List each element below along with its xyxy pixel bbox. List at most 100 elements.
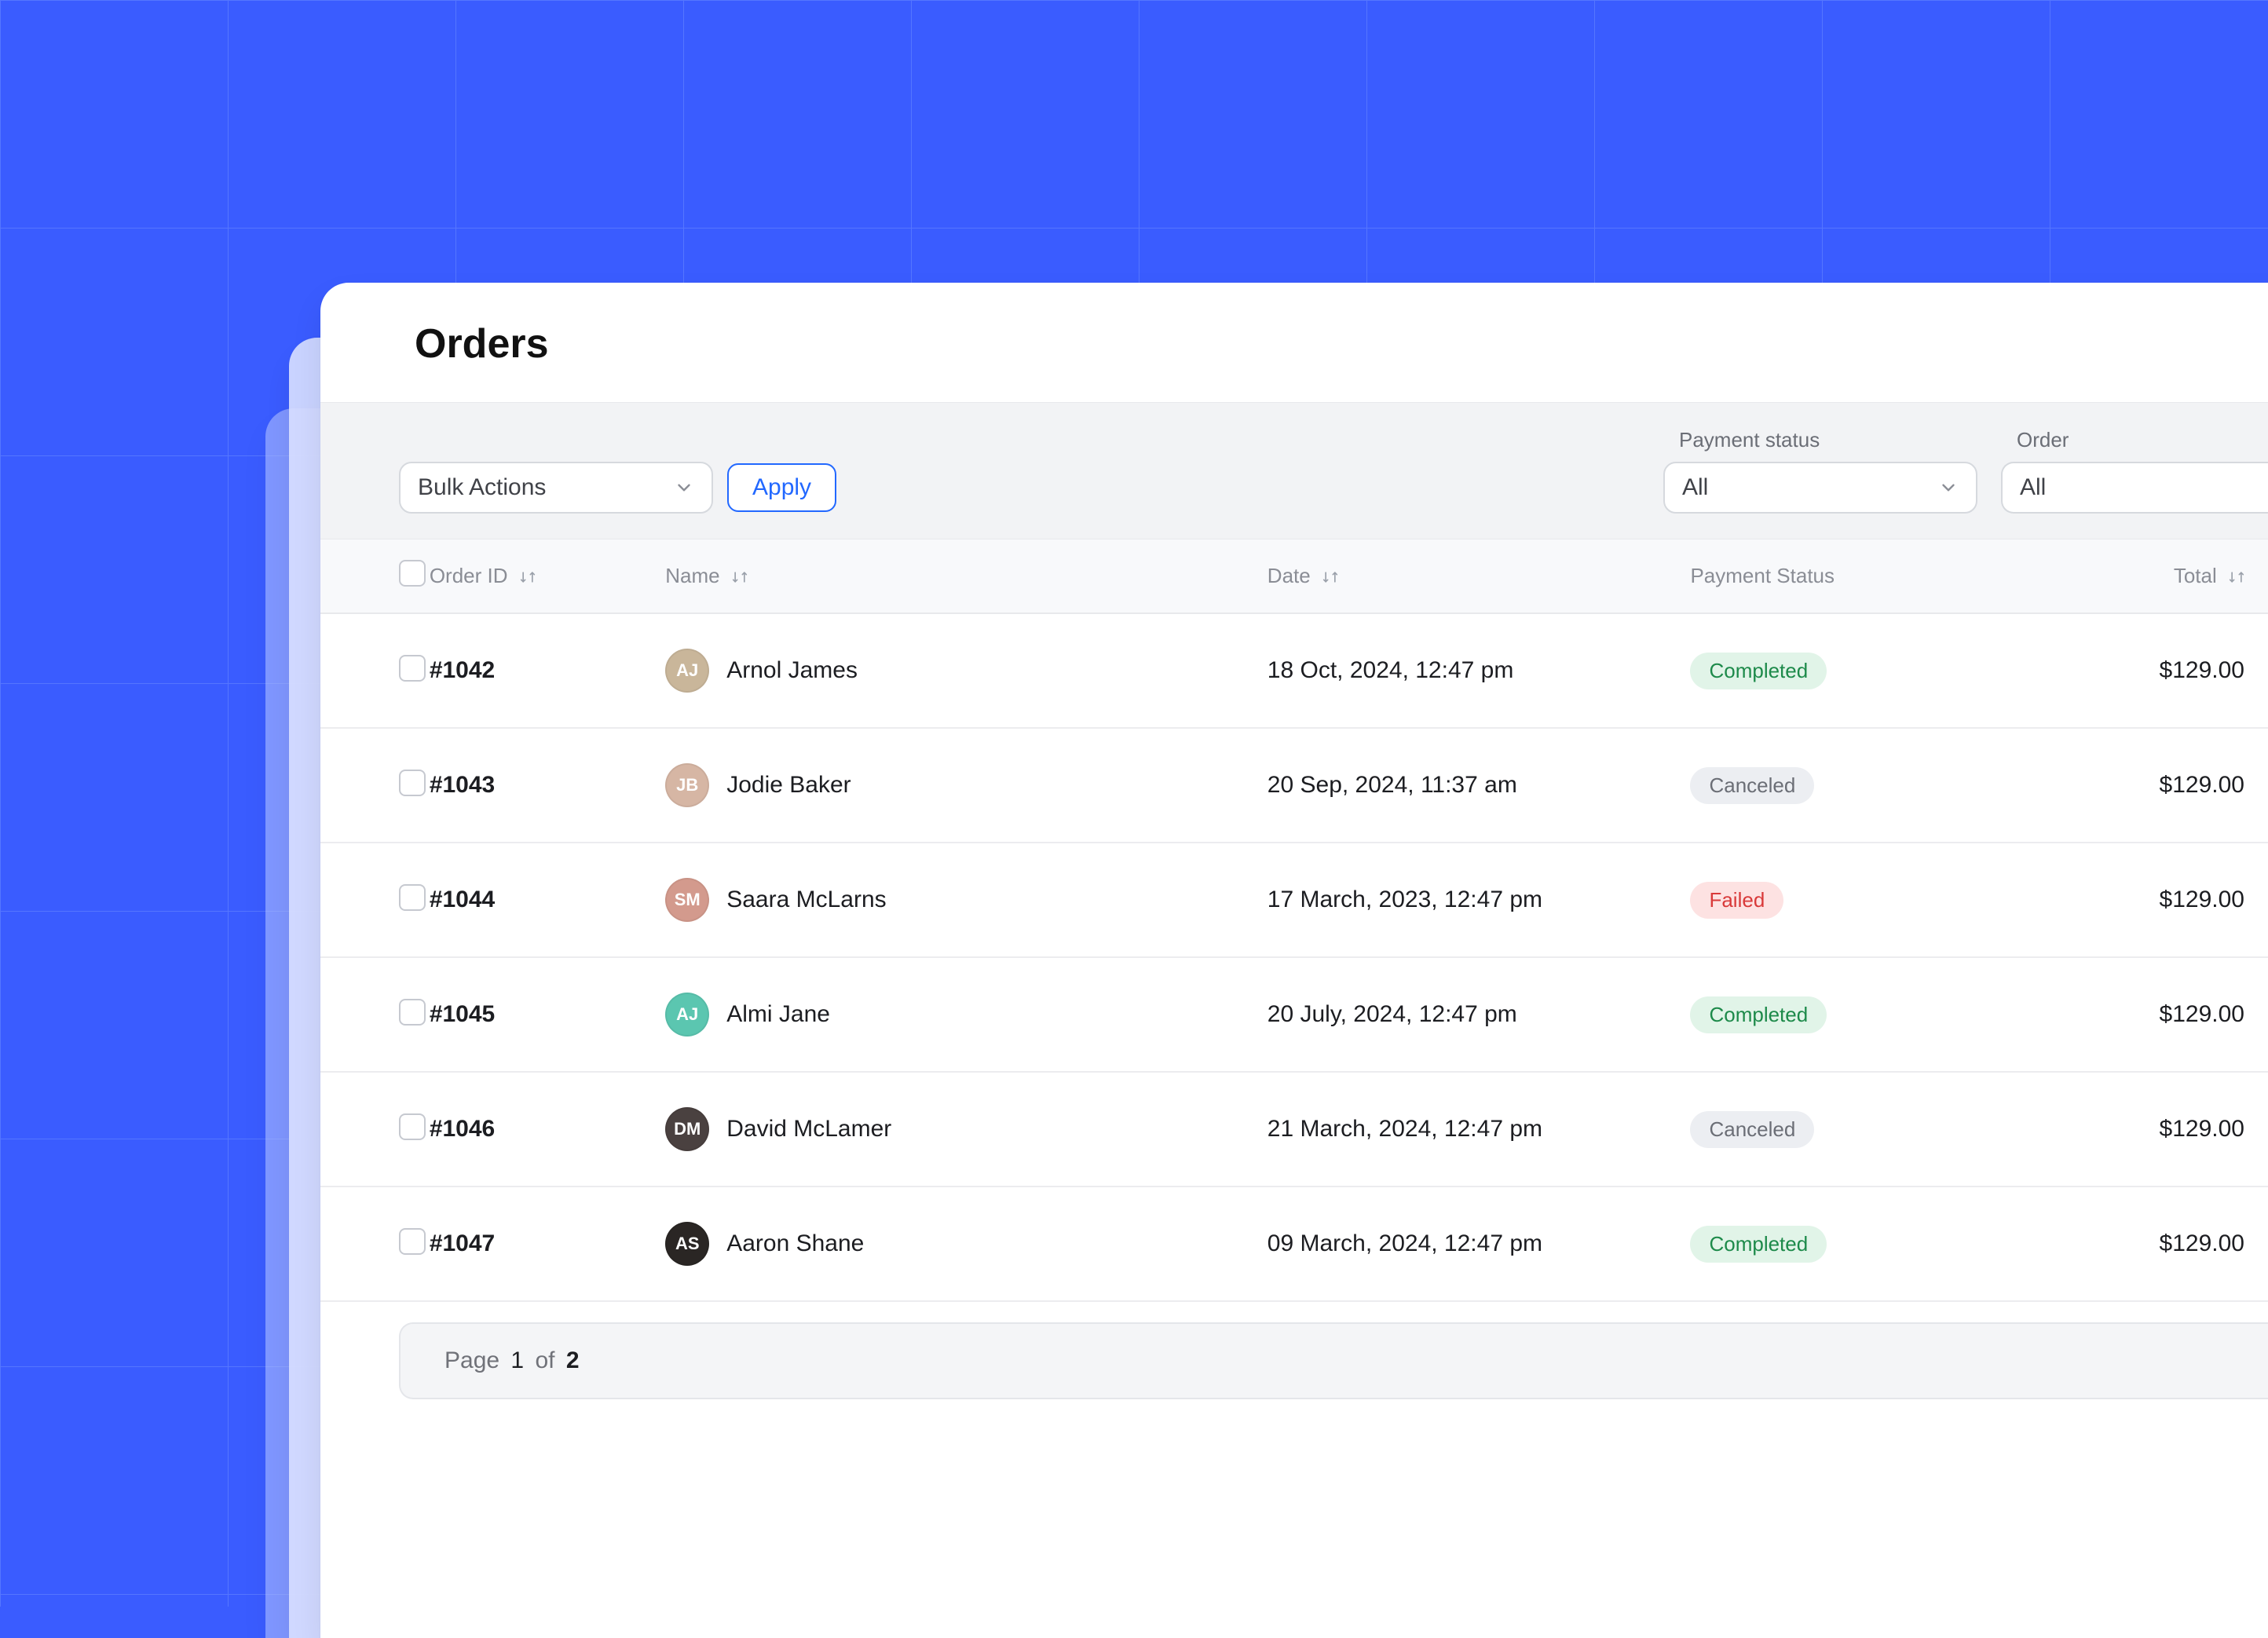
cell-payment-status: Canceled xyxy=(1690,1072,2056,1186)
orders-panel: Orders Bulk Actions Apply Payment status… xyxy=(320,283,2268,1607)
cell-checkbox xyxy=(320,957,430,1072)
pagination-total: 2 xyxy=(566,1347,580,1373)
toolbar-right: Payment status All Order All xyxy=(1663,428,2268,514)
column-header-payment-status-label: Payment Status xyxy=(1690,564,1835,587)
table-row[interactable]: #1045 AJAlmi Jane20 July, 2024, 12:47 pm C… xyxy=(320,957,2268,1072)
cell-total: $129.00 xyxy=(2057,1186,2268,1301)
cell-checkbox xyxy=(320,843,430,957)
status-badge: Canceled xyxy=(1690,1111,1814,1148)
order-total: $129.00 xyxy=(2160,657,2244,683)
cell-date: 18 Oct, 2024, 12:47 pm xyxy=(1268,613,1691,728)
apply-button[interactable]: Apply xyxy=(727,463,836,512)
toolbar-area: Bulk Actions Apply Payment status All xyxy=(320,402,2268,539)
column-header-name[interactable]: Name xyxy=(665,539,1268,613)
table-row[interactable]: #1046DM David McLamer 21 March, 2024, 12:4… xyxy=(320,1072,2268,1186)
filter-payment-status-label: Payment status xyxy=(1663,428,1977,452)
orders-table: Order ID Name Date xyxy=(320,539,2268,1302)
sort-icon xyxy=(520,569,536,585)
bulk-actions-select[interactable]: Bulk Actions xyxy=(399,462,713,514)
filter-payment-status-select[interactable]: All xyxy=(1663,462,1977,514)
filter-order-label: Order xyxy=(2001,428,2268,452)
cell-order-id: #1046 xyxy=(430,1072,665,1186)
avatar: DM xyxy=(665,1107,709,1151)
order-date: 20 Sep, 2024, 11:37 am xyxy=(1268,772,1517,798)
cell-total: $129.00 xyxy=(2057,1072,2268,1186)
cell-checkbox xyxy=(320,728,430,843)
column-header-order-id-label: Order ID xyxy=(430,564,508,587)
table-header-row: Order ID Name Date xyxy=(320,539,2268,613)
avatar: AJ xyxy=(665,993,709,1037)
column-header-order-id[interactable]: Order ID xyxy=(430,539,665,613)
customer-name: Saara McLarns xyxy=(726,887,886,913)
filter-payment-status-value: All xyxy=(1682,474,1708,501)
row-checkbox[interactable] xyxy=(399,1228,426,1255)
order-date: 21 March, 2024, 12:47 pm xyxy=(1268,1116,1542,1142)
order-id: #1043 xyxy=(430,772,495,798)
filter-order-value: All xyxy=(2020,474,2046,501)
order-total: $129.00 xyxy=(2160,887,2244,912)
order-total: $129.00 xyxy=(2160,772,2244,798)
avatar: AS xyxy=(665,1222,709,1266)
status-badge: Completed xyxy=(1690,996,1827,1033)
table-row[interactable]: #1047AS Aaron Shane 09 March, 2024, 12:47 … xyxy=(320,1186,2268,1301)
avatar: JB xyxy=(665,763,709,807)
column-header-total-label: Total xyxy=(2174,564,2217,587)
table-row[interactable]: #1043 JBJodie Baker20 Sep, 2024, 11:37 am… xyxy=(320,728,2268,843)
cell-total: $129.00 xyxy=(2057,957,2268,1072)
avatar: AJ xyxy=(665,649,709,693)
cell-total: $129.00 xyxy=(2057,613,2268,728)
cell-total: $129.00 xyxy=(2057,728,2268,843)
cell-payment-status: Canceled xyxy=(1690,728,2056,843)
column-header-date[interactable]: Date xyxy=(1268,539,1691,613)
filter-order: Order All xyxy=(2001,428,2268,514)
cell-checkbox xyxy=(320,1072,430,1186)
order-date: 20 July, 2024, 12:47 pm xyxy=(1268,1001,1517,1027)
order-total: $129.00 xyxy=(2160,1116,2244,1142)
row-checkbox[interactable] xyxy=(399,884,426,911)
cell-name: DM David McLamer xyxy=(665,1072,1268,1186)
cell-name: AS Aaron Shane xyxy=(665,1186,1268,1301)
order-total: $129.00 xyxy=(2160,1001,2244,1027)
page-title: Orders xyxy=(320,283,2268,402)
column-header-total[interactable]: Total xyxy=(2057,539,2268,613)
customer-name: Aaron Shane xyxy=(726,1230,864,1257)
row-checkbox[interactable] xyxy=(399,770,426,796)
order-id: #1045 xyxy=(430,1001,495,1027)
cell-payment-status: Failed xyxy=(1690,843,2056,957)
cell-name: JBJodie Baker xyxy=(665,728,1268,843)
customer-name: David McLamer xyxy=(726,1116,891,1143)
cell-date: 20 July, 2024, 12:47 pm xyxy=(1268,957,1691,1072)
row-checkbox[interactable] xyxy=(399,1113,426,1140)
pagination: Page 1 of 2 xyxy=(399,1322,2268,1399)
status-badge: Canceled xyxy=(1690,767,1814,804)
column-header-name-label: Name xyxy=(665,564,719,587)
table-row[interactable]: #1042 AJArnol James18 Oct, 2024, 12:47 pm… xyxy=(320,613,2268,728)
pagination-current: 1 xyxy=(510,1347,524,1373)
row-checkbox[interactable] xyxy=(399,655,426,682)
status-badge: Completed xyxy=(1690,1226,1827,1263)
cell-checkbox xyxy=(320,613,430,728)
cell-payment-status: Completed xyxy=(1690,957,2056,1072)
order-id: #1044 xyxy=(430,887,495,912)
filter-order-select[interactable]: All xyxy=(2001,462,2268,514)
column-header-date-label: Date xyxy=(1268,564,1311,587)
order-date: 18 Oct, 2024, 12:47 pm xyxy=(1268,657,1514,683)
pagination-prefix: Page xyxy=(444,1347,499,1373)
order-date: 17 March, 2023, 12:47 pm xyxy=(1268,887,1542,912)
select-all-checkbox[interactable] xyxy=(399,560,426,587)
column-header-payment-status[interactable]: Payment Status xyxy=(1690,539,2056,613)
avatar: SM xyxy=(665,878,709,922)
order-date: 09 March, 2024, 12:47 pm xyxy=(1268,1230,1542,1256)
cell-order-id: #1043 xyxy=(430,728,665,843)
toolbar-left: Bulk Actions Apply xyxy=(320,462,836,514)
order-id: #1042 xyxy=(430,657,495,683)
cell-date: 20 Sep, 2024, 11:37 am xyxy=(1268,728,1691,843)
row-checkbox[interactable] xyxy=(399,999,426,1026)
cell-checkbox xyxy=(320,1186,430,1301)
status-badge: Completed xyxy=(1690,653,1827,689)
table-row[interactable]: #1044 SM Saara McLarns 17 March, 2023, 12:4… xyxy=(320,843,2268,957)
cell-order-id: #1047 xyxy=(430,1186,665,1301)
cell-name: AJAlmi Jane xyxy=(665,957,1268,1072)
sort-icon xyxy=(1322,569,1338,585)
cell-name: AJArnol James xyxy=(665,613,1268,728)
